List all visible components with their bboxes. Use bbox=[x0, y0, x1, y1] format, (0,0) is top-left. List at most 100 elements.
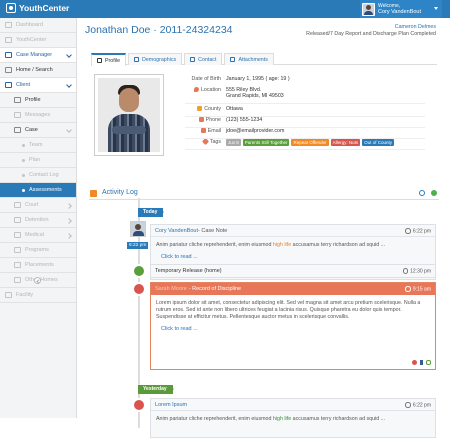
sidebar-item-detention[interactable]: Detention bbox=[0, 213, 76, 228]
activity-card-discipline: Sarah Moore - Record of Discipline 9:15 a… bbox=[150, 282, 436, 370]
tab-attachments[interactable]: Attachments bbox=[224, 53, 274, 65]
sidebar-item-label: Court bbox=[25, 202, 39, 208]
sidebar-item-team[interactable]: Team bbox=[0, 138, 76, 153]
divider bbox=[185, 116, 425, 117]
sidebar-item-case[interactable]: Case bbox=[0, 123, 76, 138]
profile-icon bbox=[14, 97, 21, 103]
collapse-sidebar-button[interactable] bbox=[34, 277, 41, 284]
settings-icon[interactable] bbox=[431, 190, 437, 196]
sidebar-item-label: Dashboard bbox=[16, 22, 43, 28]
chevron-right-icon bbox=[66, 202, 72, 209]
entry-body: Lorem ipsum dolor sit amet, consectetur … bbox=[156, 300, 421, 320]
thumbs-down-icon bbox=[132, 282, 146, 296]
sidebar-item-label: Other Homes bbox=[25, 277, 58, 283]
phone-label: Phone bbox=[205, 117, 221, 123]
page-title: Jonathan Doe · 2011-24324234 bbox=[85, 24, 233, 36]
user-name: Cory VandenBout bbox=[378, 9, 422, 15]
entry-title: Temporary Release (home) bbox=[155, 268, 222, 274]
reply-icon[interactable] bbox=[426, 360, 431, 365]
tag-badge[interactable]: Out of County bbox=[362, 139, 394, 146]
bullet-icon bbox=[22, 173, 25, 177]
client-photo bbox=[94, 74, 164, 156]
entry-highlight: high life bbox=[272, 416, 292, 422]
chevron-right-icon bbox=[66, 232, 72, 239]
refresh-icon[interactable] bbox=[419, 190, 425, 196]
sidebar-item-dashboard[interactable]: Dashboard bbox=[0, 18, 76, 33]
entry-highlight: high life bbox=[272, 242, 292, 248]
chevron-right-icon bbox=[66, 217, 72, 224]
sidebar-item-assessments[interactable]: Assessments bbox=[0, 183, 76, 198]
sidebar-item-label: Detention bbox=[25, 217, 49, 223]
entry-author[interactable]: Cory VandenBout bbox=[155, 228, 198, 234]
time-badge: 6:22 pm bbox=[127, 242, 149, 249]
sidebar-item-label: Medical bbox=[25, 232, 44, 238]
dob-label: Date of Birth bbox=[191, 76, 221, 82]
chevron-down-icon bbox=[434, 7, 438, 12]
sidebar-item-case-manager[interactable]: Case Manager bbox=[0, 48, 76, 63]
email-value[interactable]: jdoe@emailprovider.com bbox=[226, 128, 284, 134]
phone-icon bbox=[198, 117, 204, 122]
sidebar-item-placements[interactable]: Placements bbox=[0, 258, 76, 273]
sidebar-item-facility[interactable]: Facility bbox=[0, 288, 76, 303]
entry-title[interactable]: Lorem Ipsum bbox=[155, 402, 187, 408]
sidebar-item-label: Case bbox=[25, 127, 38, 133]
entry-body: accusamus terry richardson ad squid ... bbox=[291, 242, 386, 248]
read-more-link[interactable]: Click to read ... bbox=[151, 326, 435, 336]
county-label: County bbox=[204, 106, 221, 112]
tag-badge[interactable]: Parents Still Together bbox=[242, 139, 290, 146]
sidebar-item-messages[interactable]: Messages bbox=[0, 108, 76, 123]
home-icon bbox=[14, 262, 21, 268]
sidebar-item-programs[interactable]: Programs bbox=[0, 243, 76, 258]
tag-badge[interactable]: Juv 6 bbox=[226, 139, 241, 146]
sidebar-item-youthcenter[interactable]: YouthCenter bbox=[0, 33, 76, 48]
sidebar-item-label: Placements bbox=[25, 262, 54, 268]
list-icon bbox=[14, 247, 21, 253]
brand[interactable]: YouthCenter bbox=[6, 3, 69, 13]
sidebar-item-profile[interactable]: Profile bbox=[0, 93, 76, 108]
envelope-icon bbox=[14, 112, 21, 118]
brand-logo-icon bbox=[6, 3, 16, 13]
folder-icon bbox=[14, 127, 21, 133]
sidebar-item-label: Profile bbox=[25, 97, 41, 103]
sidebar-item-plan[interactable]: Plan bbox=[0, 153, 76, 168]
sidebar: Dashboard YouthCenter Case Manager Home … bbox=[0, 18, 77, 418]
tab-label: Demographics bbox=[142, 56, 177, 63]
tag-badge[interactable]: Allergy: Nuts bbox=[330, 139, 361, 146]
tab-contact[interactable]: Contact bbox=[184, 53, 223, 65]
sidebar-item-medical[interactable]: Medical bbox=[0, 228, 76, 243]
header-status: Cameron Delmes Released/7 Day Report and… bbox=[306, 24, 436, 37]
heart-icon[interactable] bbox=[412, 360, 417, 365]
read-more-link[interactable]: Click to read ... bbox=[151, 254, 435, 264]
county-value: Ottawa bbox=[226, 106, 243, 112]
divider bbox=[185, 127, 425, 128]
phone-value: (123) 555-1234 bbox=[226, 117, 263, 123]
phone-icon bbox=[190, 57, 196, 62]
divider bbox=[185, 138, 425, 139]
sidebar-item-client[interactable]: Client bbox=[0, 78, 76, 93]
sidebar-item-court[interactable]: Court bbox=[0, 198, 76, 213]
tab-label: Attachments bbox=[238, 56, 268, 63]
user-menu[interactable]: Welcome, Cory VandenBout bbox=[360, 0, 442, 18]
sidebar-item-label: YouthCenter bbox=[16, 37, 47, 43]
chevron-down-icon bbox=[66, 52, 72, 58]
sidebar-item-label: Contact Log bbox=[29, 172, 59, 178]
sidebar-item-contact-log[interactable]: Contact Log bbox=[0, 168, 76, 183]
sidebar-item-label: Client bbox=[16, 82, 31, 88]
county-icon bbox=[197, 106, 203, 111]
tag-icon bbox=[201, 137, 209, 146]
facebook-icon[interactable] bbox=[420, 360, 423, 365]
dashboard-icon bbox=[5, 22, 12, 28]
entry-kind: - Record of Discipline bbox=[188, 285, 242, 292]
tab-demographics[interactable]: Demographics bbox=[128, 53, 183, 65]
sidebar-item-home-search[interactable]: Home / Search bbox=[0, 63, 76, 78]
entry-body: Anim pariatur cliche reprehenderit, enim… bbox=[156, 242, 273, 248]
user-icon bbox=[97, 58, 102, 63]
briefcase-icon bbox=[5, 52, 12, 58]
entry-author[interactable]: Sarah Moore bbox=[155, 286, 187, 292]
bullet-icon bbox=[22, 158, 25, 162]
tag-list: Juv 6 Parents Still Together Repeat Offe… bbox=[226, 139, 394, 146]
tab-profile[interactable]: Profile bbox=[91, 53, 127, 66]
entry-body: accusamus terry richardson ad squid ... bbox=[291, 416, 386, 422]
medical-icon bbox=[14, 232, 21, 238]
tag-badge[interactable]: Repeat Offender bbox=[291, 139, 329, 146]
